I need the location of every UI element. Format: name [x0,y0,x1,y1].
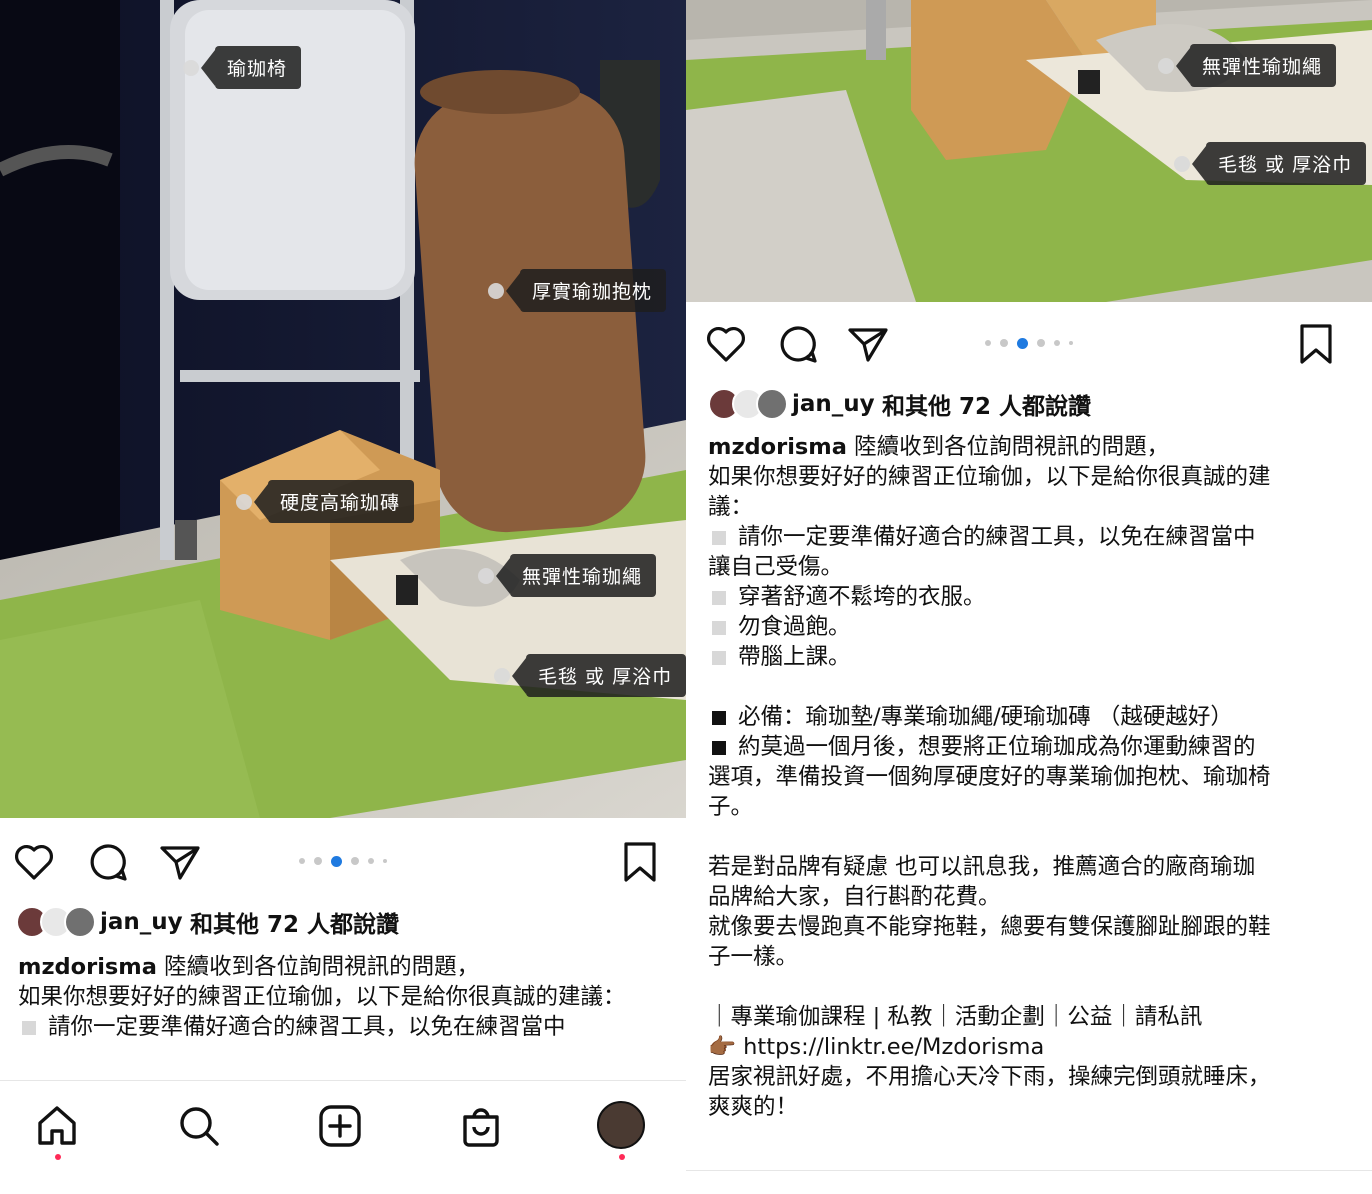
caption-text: ｜專業瑜伽課程 | 私教｜活動企劃｜公益｜請私訊 [708,1004,1203,1030]
add-post-icon[interactable] [317,1103,363,1149]
post-caption: mzdorisma 陸續收到各位詢問視訊的問題， 如果你想要好好的練習正位瑜伽，… [708,432,1352,1122]
bullet-square [712,591,726,605]
carousel-dot [985,340,991,346]
liker-avatars [16,906,96,938]
shop-icon[interactable] [458,1103,504,1149]
bullet-square [712,651,726,665]
bookmark-icon[interactable] [1294,322,1338,366]
tag-dot [1158,57,1174,74]
post-action-bar [686,312,1372,372]
caption-text: 子。 [708,794,754,820]
tag-label: 毛毯 或 厚浴巾 [1191,142,1367,185]
carousel-dot [1054,340,1060,346]
caption-text: 請你一定要準備好適合的練習工具，以免在練習當中 [738,524,1256,550]
home-notification-dot [55,1154,61,1160]
caption-text: 如果你想要好好的練習正位瑜伽，以下是給你很真誠的建議： [18,984,626,1010]
photo-tag-yoga-chair[interactable]: 瑜珈椅 [183,46,302,89]
caption-text: 帶腦上課。 [738,644,851,670]
profile-notification-dot [619,1154,625,1160]
likes-row[interactable]: jan_uy 和其他 72 人都說讚 [708,387,1091,421]
caption-text: 勿食過飽。 [738,614,851,640]
pointing-hand-icon: 👉🏾 [708,1034,737,1060]
liker-username[interactable]: jan_uy [100,909,183,935]
divider [686,1170,1372,1171]
carousel-dot [314,857,322,865]
post-action-bar [0,830,686,890]
caption-text: 議： [708,494,754,520]
caption-text: 陸續收到各位詢問視訊的問題， [164,954,480,980]
post-caption: mzdorisma 陸續收到各位詢問視訊的問題， 如果你想要好好的練習正位瑜伽，… [18,952,666,1042]
caption-text: 居家視訊好處，不用擔心天冷下雨，操練完倒頭就睡床， [708,1064,1271,1090]
photo-tag-yoga-strap[interactable]: 無彈性瑜珈繩 [478,554,657,597]
tag-label: 無彈性瑜珈繩 [1175,44,1337,87]
tag-dot [1174,155,1190,172]
caption-text: 必備：瑜珈墊/專業瑜珈繩/硬瑜珈磚 （越硬越好） [738,704,1233,730]
post-photo[interactable]: 瑜珈椅 厚實瑜珈抱枕 硬度高瑜珈磚 無彈性瑜珈繩 毛毯 或 厚浴巾 [0,0,686,818]
tag-label: 厚實瑜珈抱枕 [505,269,667,312]
post-photo[interactable]: 無彈性瑜珈繩 毛毯 或 厚浴巾 [686,0,1372,302]
photo-tag-yoga-strap[interactable]: 無彈性瑜珈繩 [1158,44,1337,87]
carousel-dot [1069,341,1073,345]
tag-dot [488,282,504,299]
bullet-square [22,1021,36,1035]
caption-text: 如果你想要好好的練習正位瑜伽，以下是給你很真誠的建 [708,464,1271,490]
profile-avatar[interactable] [597,1101,645,1149]
likes-row[interactable]: jan_uy 和其他 72 人都說讚 [16,905,399,939]
carousel-dot [368,858,374,864]
photo-tag-blanket[interactable]: 毛毯 或 厚浴巾 [494,654,686,697]
tag-label: 硬度高瑜珈磚 [253,480,415,523]
caption-username[interactable]: mzdorisma [18,954,157,980]
caption-text: 子一樣。 [708,944,799,970]
liker-username[interactable]: jan_uy [792,391,875,417]
carousel-dot [1000,339,1008,347]
carousel-dot [383,859,387,863]
likes-count-text[interactable]: 和其他 72 人都說讚 [882,387,1091,421]
photo-tag-blanket[interactable]: 毛毯 或 厚浴巾 [1174,142,1367,185]
carousel-dot-active [331,855,342,867]
carousel-dot [299,858,305,864]
photo-tag-bolster[interactable]: 厚實瑜珈抱枕 [488,269,667,312]
carousel-dots [0,855,686,867]
carousel-dots [686,337,1372,349]
caption-text: 品牌給大家，自行斟酌花費。 [708,884,1001,910]
caption-text: 爽爽的！ [708,1094,799,1120]
caption-username[interactable]: mzdorisma [708,434,847,460]
caption-text: 就像要去慢跑真不能穿拖鞋，總要有雙保護腳趾腳跟的鞋 [708,914,1271,940]
bullet-square-dark [712,741,726,755]
tag-label: 無彈性瑜珈繩 [495,554,657,597]
photo-tag-yoga-block[interactable]: 硬度高瑜珈磚 [236,480,415,523]
bullet-square [712,621,726,635]
caption-link[interactable]: https://linktr.ee/Mzdorisma [743,1034,1044,1060]
tag-dot [236,493,252,510]
caption-text: 讓自己受傷。 [708,554,844,580]
carousel-dot-active [1017,337,1028,349]
liker-avatars [708,388,788,420]
avatar [64,906,96,938]
tag-dot [183,59,199,76]
bullet-square-dark [712,711,726,725]
carousel-dot [1037,339,1045,347]
right-post-panel: 無彈性瑜珈繩 毛毯 或 厚浴巾 jan_uy 和其他 72 人都說讚 mzdor… [686,0,1372,1194]
avatar [756,388,788,420]
search-icon[interactable] [176,1103,222,1149]
carousel-dot [351,857,359,865]
caption-text: 若是對品牌有疑慮 也可以訊息我，推薦適合的廠商瑜珈 [708,854,1256,880]
bullet-square [712,531,726,545]
caption-text: 穿著舒適不鬆垮的衣服。 [738,584,986,610]
left-post-panel: 瑜珈椅 厚實瑜珈抱枕 硬度高瑜珈磚 無彈性瑜珈繩 毛毯 或 厚浴巾 jan_uy… [0,0,686,1194]
tag-label: 毛毯 或 厚浴巾 [511,654,686,697]
tag-dot [478,567,494,584]
caption-text: 約莫過一個月後，想要將正位瑜珈成為你運動練習的 [738,734,1256,760]
tag-label: 瑜珈椅 [200,46,302,89]
caption-text: 陸續收到各位詢問視訊的問題， [854,434,1170,460]
caption-text: 選項，準備投資一個夠厚硬度好的專業瑜伽抱枕、瑜珈椅 [708,764,1271,790]
bottom-nav [0,1080,686,1194]
tag-dot [494,667,510,684]
home-icon[interactable] [34,1103,80,1149]
likes-count-text[interactable]: 和其他 72 人都說讚 [190,905,399,939]
bookmark-icon[interactable] [618,840,662,884]
caption-text: 請你一定要準備好適合的練習工具，以免在練習當中 [48,1014,566,1040]
